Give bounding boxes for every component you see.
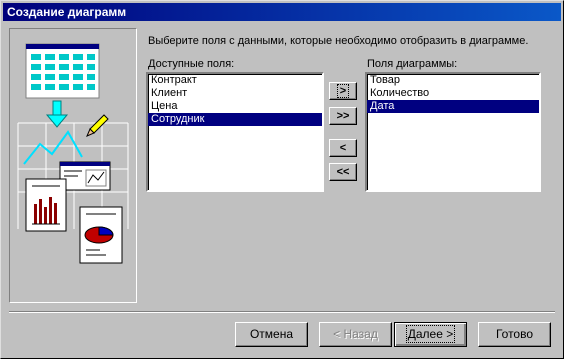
title-bar[interactable]: Создание диаграмм [3, 3, 561, 21]
remove-field-button[interactable]: < [329, 139, 357, 157]
back-button[interactable]: < Назад [319, 322, 392, 347]
chart-wizard-dialog: Создание диаграмм Выберите поля с данным… [0, 0, 564, 359]
window-title: Создание диаграмм [7, 5, 127, 19]
cancel-button[interactable]: Отмена [235, 322, 308, 347]
list-item[interactable]: Количество [367, 87, 539, 100]
list-item[interactable]: Клиент [148, 87, 322, 100]
chart-fields-label: Поля диаграммы: [367, 58, 458, 70]
next-button[interactable]: Далее > [394, 322, 467, 347]
available-fields-label: Доступные поля: [148, 58, 235, 70]
list-item-selected[interactable]: Сотрудник [148, 113, 322, 126]
instruction-text: Выберите поля с данными, которые необход… [148, 35, 529, 47]
add-field-button[interactable]: > [329, 82, 357, 100]
list-item-selected[interactable]: Дата [367, 100, 539, 113]
wizard-illustration [9, 28, 137, 303]
remove-all-fields-button[interactable]: << [329, 163, 357, 181]
list-item[interactable]: Товар [367, 74, 539, 87]
add-all-fields-button[interactable]: >> [329, 107, 357, 125]
finish-button[interactable]: Готово [478, 322, 551, 347]
chart-fields-list[interactable]: Товар Количество Дата [365, 72, 541, 192]
separator [9, 311, 555, 313]
available-fields-list[interactable]: Контракт Клиент Цена Сотрудник [146, 72, 324, 192]
list-item[interactable]: Контракт [148, 74, 322, 87]
chart-wizard-illustration-icon [10, 29, 136, 302]
list-item[interactable]: Цена [148, 100, 322, 113]
